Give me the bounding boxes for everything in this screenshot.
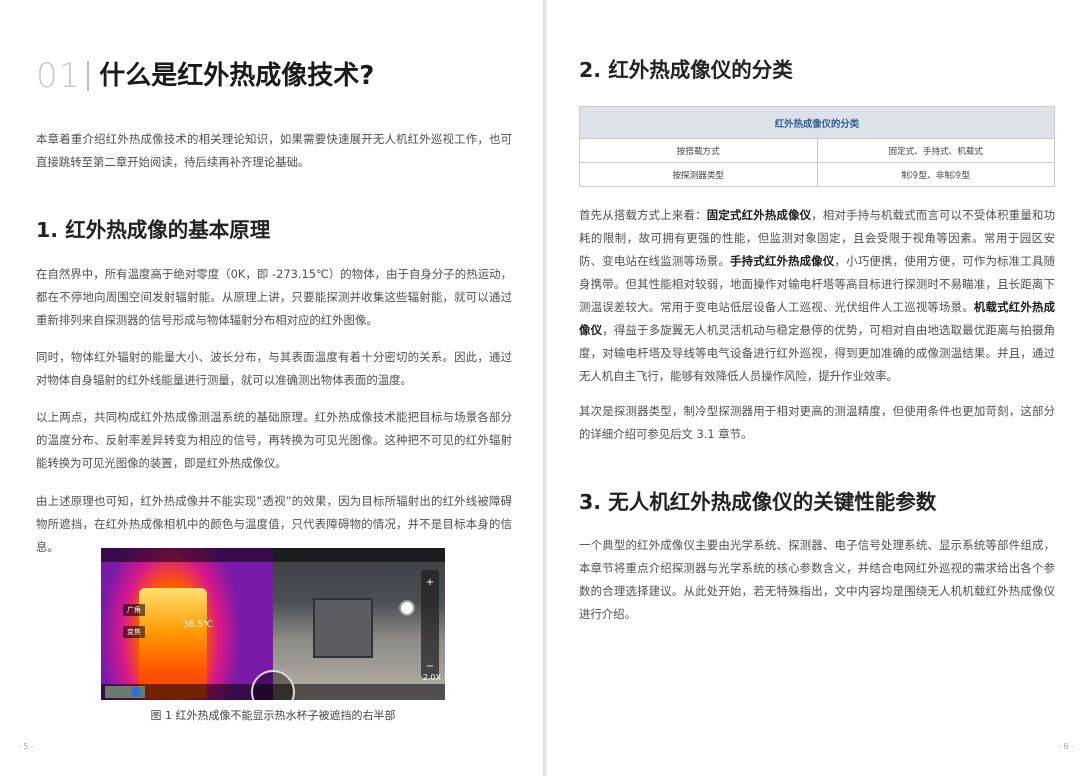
- table-cell: 按搭载方式: [579, 138, 818, 163]
- right-page: 2. 红外热成像仪的分类 红外热成像仪的分类 按搭载方式 固定式、手持式、机载式…: [547, 0, 1090, 776]
- hud-spot-temperature: 36.5℃: [183, 620, 214, 630]
- visual-view: [273, 548, 445, 700]
- hud-top-bar: [101, 548, 445, 562]
- term-fixed: 固定式红外热成像仪: [706, 208, 812, 222]
- term-handheld: 手持式红外热成像仪: [729, 254, 835, 268]
- classification-table: 红外热成像仪的分类 按搭载方式 固定式、手持式、机载式 按探测器类型 制冷型、非…: [579, 106, 1055, 187]
- table-row: 按探测器类型 制冷型、非制冷型: [579, 162, 1055, 187]
- hud-wide-label: 广角: [123, 604, 145, 616]
- page-number-right: - 6 -: [1058, 742, 1074, 751]
- section-1-paragraph-1: 在自然界中，所有温度高于绝对零度（0K，即 -273.15℃）的物体，由于自身分…: [36, 267, 512, 327]
- table-row: 按搭载方式 固定式、手持式、机载式: [579, 138, 1055, 163]
- section-3-title: 3. 无人机红外热成像仪的关键性能参数: [579, 490, 937, 514]
- figure-caption: 图 1 红外热成像不能显示热水杯子被遮挡的右半部: [150, 709, 396, 722]
- chapter-divider: [87, 61, 90, 91]
- section-1-title: 1. 红外热成像的基本原理: [36, 218, 271, 242]
- section-2-title: 2. 红外热成像仪的分类: [579, 58, 793, 82]
- chapter-title: 什么是红外热成像技术?: [99, 61, 375, 91]
- chapter-heading: 01 什么是红外热成像技术?: [36, 56, 374, 96]
- section-2-paragraph-1: 首先从搭载方式上来看：固定式红外热成像仪，相对手持与机载式而言可以不受体积重量和…: [579, 204, 1055, 388]
- left-page: 01 什么是红外热成像技术? 本章着重介绍红外热成像技术的相关理论知识，如果需要…: [0, 0, 543, 776]
- page-number-left: - 5 -: [18, 742, 34, 751]
- text-run: 首先从搭载方式上来看：: [579, 208, 707, 222]
- intro-paragraph: 本章着重介绍红外热成像技术的相关理论知识，如果需要快速展开无人机红外巡视工作，也…: [36, 132, 512, 169]
- hud-shutter-icon: [399, 600, 415, 616]
- table-cell: 按探测器类型: [579, 162, 818, 187]
- section-1-paragraph-2: 同时，物体红外辐射的能量大小、波长分布，与其表面温度有着十分密切的关系。因此，通…: [36, 350, 512, 387]
- table-cell: 固定式、手持式、机载式: [816, 138, 1055, 163]
- hud-minus-icon: −: [425, 661, 435, 672]
- hud-zoom-label: 变焦: [123, 626, 145, 638]
- visual-door-shape: [313, 598, 373, 658]
- hud-plus-icon: +: [425, 577, 435, 588]
- section-2-paragraph-2: 其次是探测器类型，制冷型探测器用于相对更高的测温精度，但使用条件也更加苛刻，这部…: [579, 404, 1055, 441]
- table-cell: 制冷型、非制冷型: [816, 162, 1055, 187]
- hud-zoom-value: 2.0X: [422, 673, 441, 682]
- section-1-paragraph-3: 以上两点，共同构成红外热成像测温系统的基础原理。红外热成像技术能把目标与场景各部…: [36, 410, 512, 470]
- hud-camera-icon: [131, 687, 141, 697]
- thermal-cup-shape: [139, 588, 207, 698]
- figure-thermal-screenshot: 广角 变焦 36.5℃ + − 2.0X: [101, 548, 445, 700]
- section-3-paragraph: 一个典型的红外成像仪主要由光学系统、探测器、电子信号处理系统、显示系统等部件组成…: [579, 538, 1055, 621]
- table-header: 红外热成像仪的分类: [579, 106, 1055, 139]
- text-run: ，得益于多旋翼无人机灵活机动与稳定悬停的优势，可相对自由地选取最优距离与拍摄角度…: [579, 323, 1055, 383]
- chapter-number: 01: [36, 56, 82, 96]
- hud-zoom-panel: + −: [421, 570, 439, 678]
